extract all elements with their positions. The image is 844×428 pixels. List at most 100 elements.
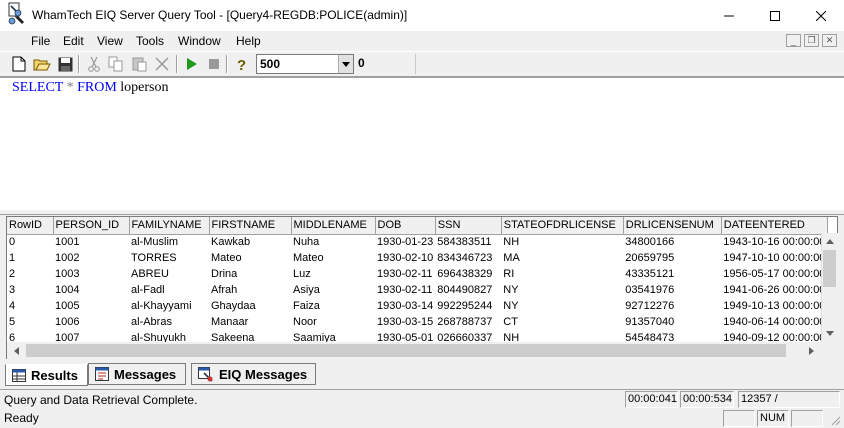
save-button[interactable] [55,54,75,74]
horizontal-scroll-thumb[interactable] [26,344,786,357]
table-row[interactable]: 3 1004 al-Fadl Afrah Asiya 1930-02-11 80449082… [7,282,827,298]
table-cell[interactable]: 43335121 [623,266,721,282]
menu-file[interactable]: File [31,34,50,48]
table-cell[interactable]: 584383511 [435,234,501,250]
row-limit-dropdown-button[interactable] [338,55,353,73]
copy-button[interactable] [106,54,126,74]
table-cell[interactable]: 1943-10-16 00:00:00 [721,234,827,250]
table-cell[interactable]: 1930-01-23 [375,234,435,250]
table-cell[interactable]: Afrah [209,282,291,298]
sql-editor[interactable] [0,77,844,210]
table-cell[interactable]: TORRES [129,250,209,266]
table-cell[interactable]: 34800166 [623,234,721,250]
table-cell[interactable]: 1940-06-14 00:00:00 [721,314,827,330]
paste-button[interactable] [130,54,150,74]
run-button[interactable] [182,54,202,74]
table-cell[interactable]: 268788737 [435,314,501,330]
table-cell[interactable]: NH [501,234,623,250]
tab-results[interactable]: Results [5,364,88,386]
table-cell[interactable]: Noor [291,314,375,330]
pane-splitter[interactable] [0,210,844,215]
table-cell[interactable]: 1001 [53,234,129,250]
table-cell[interactable]: MA [501,250,623,266]
menu-help[interactable]: Help [236,34,261,48]
mdi-close-button[interactable]: ✕ [822,34,837,47]
table-cell[interactable]: 1930-02-11 [375,266,435,282]
table-cell[interactable]: 4 [7,298,53,314]
table-cell[interactable]: 1930-02-10 [375,250,435,266]
menu-edit[interactable]: Edit [63,34,84,48]
scroll-up-button[interactable] [821,233,838,250]
table-cell[interactable]: Kawkab [209,234,291,250]
maximize-button[interactable] [752,0,798,31]
table-cell[interactable]: Ghaydaa [209,298,291,314]
vertical-scroll-thumb[interactable] [823,250,836,287]
table-cell[interactable]: 1949-10-13 00:00:00 [721,298,827,314]
table-row[interactable]: 0 1001 al-Muslim Kawkab Nuha 1930-01-23 584383… [7,234,827,250]
column-header[interactable]: MIDDLENAME [291,217,376,235]
column-header[interactable]: DOB [375,217,436,235]
table-row[interactable]: 1 1002 TORRES Mateo Mateo 1930-02-10 834346723… [7,250,827,266]
table-cell[interactable]: 1956-05-17 00:00:00 [721,266,827,282]
column-header[interactable]: RowID [7,217,54,235]
table-cell[interactable]: 2 [7,266,53,282]
new-button[interactable] [9,54,29,74]
table-cell[interactable]: ABREU [129,266,209,282]
column-header[interactable]: STATEOFDRLICENSE [501,217,624,235]
table-cell[interactable]: 20659795 [623,250,721,266]
table-cell[interactable]: NY [501,298,623,314]
table-cell[interactable]: 834346723 [435,250,501,266]
table-cell[interactable]: 804490827 [435,282,501,298]
column-header[interactable]: FAMILYNAME [129,217,210,235]
table-cell[interactable]: Drina [209,266,291,282]
sql-query-text[interactable]: SELECT * FROM loperson [12,80,168,96]
table-cell[interactable]: 91357040 [623,314,721,330]
table-cell[interactable]: 5 [7,314,53,330]
table-cell[interactable]: al-Fadl [129,282,209,298]
table-cell[interactable]: al-Abras [129,314,209,330]
document-icon[interactable] [7,2,23,18]
tab-messages[interactable]: Messages [88,363,186,385]
column-header[interactable]: SSN [435,217,502,235]
table-cell[interactable]: NY [501,282,623,298]
results-grid[interactable]: RowID PERSON_ID FAMILYNAME FIRSTNAME MID… [6,216,838,359]
table-cell[interactable]: Nuha [291,234,375,250]
table-cell[interactable]: al-Muslim [129,234,209,250]
mdi-minimize-button[interactable]: _ [786,34,801,47]
scroll-left-button[interactable] [8,342,25,359]
menu-window[interactable]: Window [178,34,221,48]
table-cell[interactable]: 1002 [53,250,129,266]
column-header[interactable]: PERSON_ID [53,217,130,235]
scroll-down-button[interactable] [821,325,838,342]
table-cell[interactable]: 1930-02-11 [375,282,435,298]
table-cell[interactable]: Luz [291,266,375,282]
open-button[interactable] [32,54,52,74]
help-button[interactable]: ? [232,54,252,74]
table-cell[interactable]: 1006 [53,314,129,330]
table-row[interactable]: 5 1006 al-Abras Manaar Noor 1930-03-15 2687887… [7,314,827,330]
table-cell[interactable]: Mateo [291,250,375,266]
table-cell[interactable]: Manaar [209,314,291,330]
table-cell[interactable]: 1947-10-10 00:00:00 [721,250,827,266]
table-cell[interactable]: Mateo [209,250,291,266]
minimize-button[interactable] [706,0,752,31]
delete-button[interactable] [152,54,172,74]
table-cell[interactable]: 3 [7,282,53,298]
table-cell[interactable]: al-Khayyami [129,298,209,314]
table-row[interactable]: 4 1005 al-Khayyami Ghaydaa Faiza 1930-03-14 99… [7,298,827,314]
cut-button[interactable] [84,54,104,74]
table-cell[interactable]: 1930-03-14 [375,298,435,314]
table-cell[interactable]: Asiya [291,282,375,298]
stop-button[interactable] [204,54,224,74]
scroll-right-button[interactable] [803,342,820,359]
mdi-restore-button[interactable]: ❐ [804,34,819,47]
table-cell[interactable]: 696438329 [435,266,501,282]
table-row[interactable]: 2 1003 ABREU Drina Luz 1930-02-11 696438329 RI 4… [7,266,827,282]
tab-eiq-messages[interactable]: EIQ Messages [191,363,316,385]
table-cell[interactable]: 1005 [53,298,129,314]
table-cell[interactable]: 1004 [53,282,129,298]
table-cell[interactable]: 03541976 [623,282,721,298]
table-cell[interactable]: 92712276 [623,298,721,314]
table-cell[interactable]: Faiza [291,298,375,314]
menu-tools[interactable]: Tools [136,34,164,48]
